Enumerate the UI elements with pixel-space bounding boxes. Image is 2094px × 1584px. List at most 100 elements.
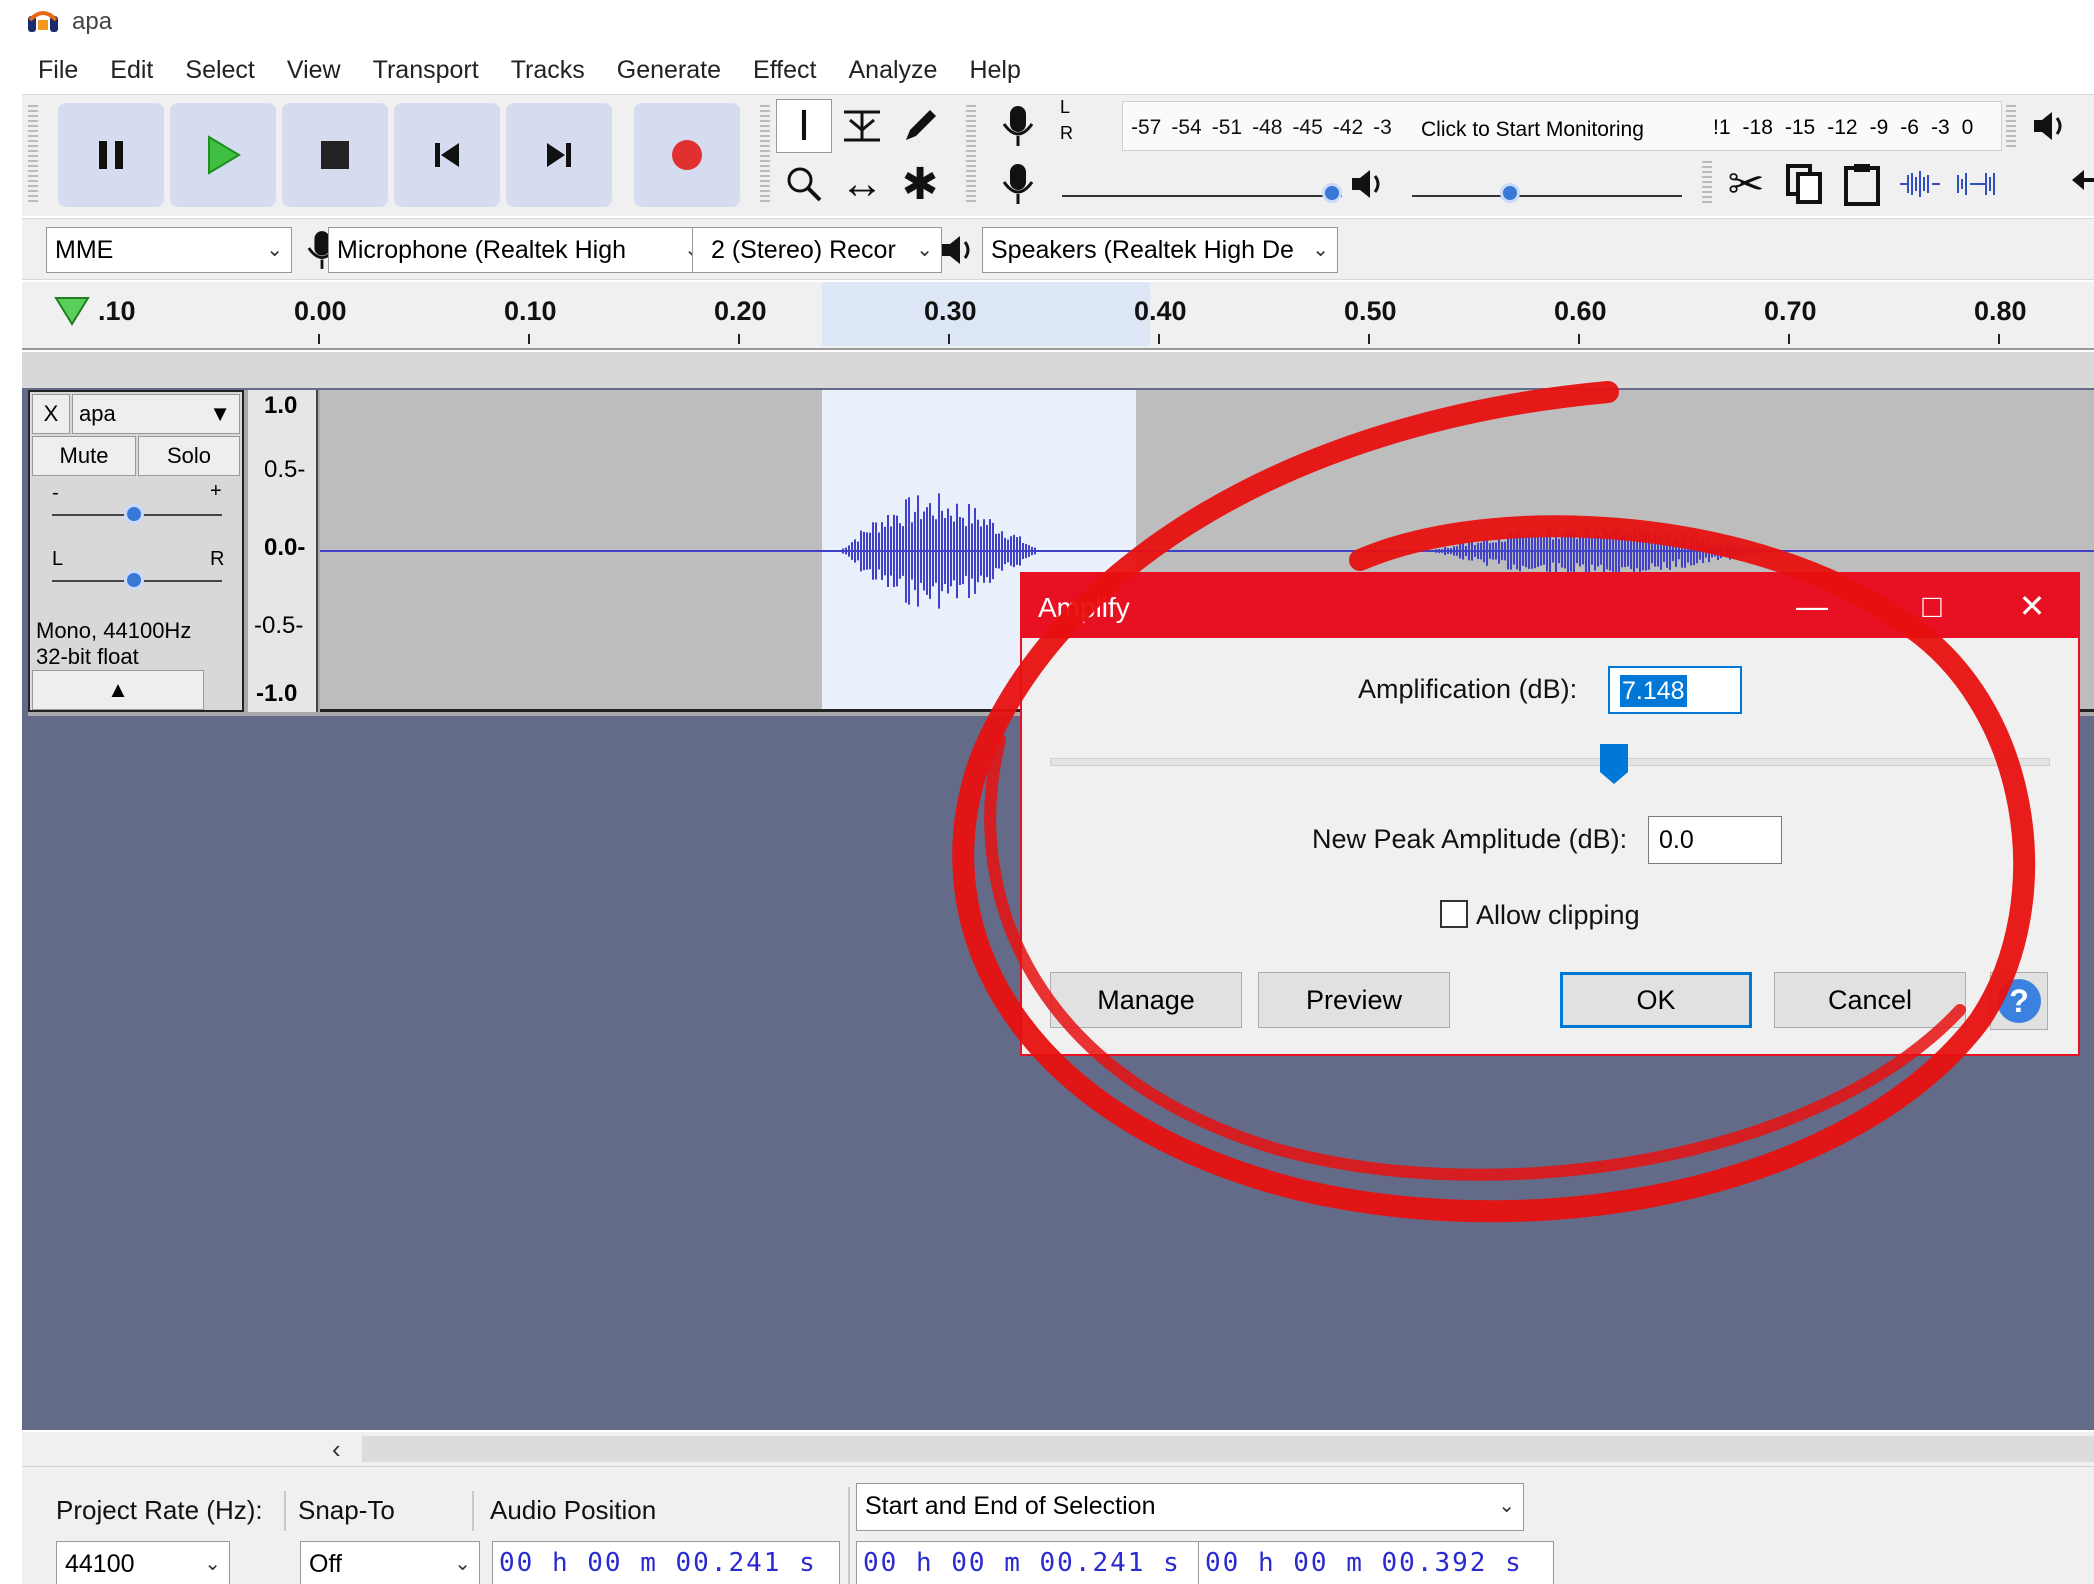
menu-edit[interactable]: Edit [94,52,169,88]
amplification-slider-thumb[interactable] [1600,744,1628,784]
menu-view[interactable]: View [271,52,357,88]
recording-meter[interactable]: -57 -54 -51 -48 -45 -42 -3 Click to Star… [1052,99,2012,153]
record-button[interactable] [634,103,740,207]
menu-generate[interactable]: Generate [601,52,737,88]
audio-position-time[interactable]: 00 h 00 m 00.241 s [492,1541,840,1584]
maximize-icon[interactable]: □ [1902,584,1962,628]
playback-meter-speaker-icon[interactable] [2022,99,2078,153]
new-peak-amplitude-input[interactable]: 0.0 [1648,816,1782,864]
amplitude-label: 1.0 [264,392,298,419]
pan-slider-thumb[interactable] [124,570,144,590]
trim-audio-icon[interactable] [1892,157,1948,211]
skip-to-end-button[interactable] [506,103,612,207]
playback-volume-thumb[interactable] [1500,183,1520,203]
record-meter-mic-icon[interactable] [990,99,1046,153]
menu-tracks[interactable]: Tracks [495,52,601,88]
stop-button[interactable] [282,103,388,207]
draw-tool-icon[interactable] [892,99,948,153]
menu-effect[interactable]: Effect [737,52,832,88]
track-name-menu[interactable]: apa ▼ [72,394,240,434]
pause-button[interactable] [58,103,164,207]
project-rate-select[interactable]: 44100 ⌄ [56,1541,230,1584]
play-head-triangle-icon[interactable] [52,294,92,330]
dialog-title-bar[interactable]: Amplify — □ ✕ [1022,574,2078,638]
silence-audio-icon[interactable] [1950,157,2006,211]
meter-scale[interactable]: -57 -54 -51 -48 -45 -42 -3 Click to Star… [1122,101,2002,151]
menu-help[interactable]: Help [953,52,1036,88]
zoom-tool-icon[interactable] [776,157,832,211]
ruler-selection-region[interactable] [822,282,1150,346]
meter-tick-label: -15 [1784,116,1816,139]
selection-toolbar: Project Rate (Hz): 44100 ⌄ Snap-To Off ⌄… [22,1466,2094,1584]
track-close-button[interactable]: X [32,394,70,434]
scroll-left-arrow-icon[interactable]: ‹ [332,1434,341,1465]
snap-to-select[interactable]: Off ⌄ [300,1541,480,1584]
pan-left-label: L [52,548,64,570]
amplification-input[interactable]: 7.148 [1608,666,1742,714]
track-control-panel[interactable]: X apa ▼ Mute Solo - + L R Mono, 44100Hz … [28,390,244,712]
help-button[interactable]: ? [1990,972,2048,1030]
toolbar-grip[interactable] [28,105,38,205]
audio-host-select[interactable]: MME ⌄ [46,227,292,273]
recording-channels-select[interactable]: 2 (Stereo) Recor ⌄ [692,227,942,273]
cancel-button[interactable]: Cancel [1774,972,1966,1028]
skip-to-start-button[interactable] [394,103,500,207]
multi-tool-icon[interactable]: ✱ [892,157,948,211]
stop-icon [321,141,349,169]
horizontal-scrollbar[interactable]: ‹ [22,1432,2094,1466]
solo-button[interactable]: Solo [138,436,240,476]
selection-start-time[interactable]: 00 h 00 m 00.241 s [856,1541,1212,1584]
timeline-ruler[interactable]: .10 0.00 0.10 0.20 0.30 0.40 0.50 0.60 0… [22,282,2094,350]
time-shift-tool-icon[interactable]: ↔ [834,157,890,211]
collapse-track-button[interactable]: ▲ [32,670,204,710]
meter-tick-label: -42 [1332,116,1364,139]
pan-right-label: R [210,548,225,570]
cut-icon[interactable]: ✂ [1718,157,1774,211]
scrollbar-thumb[interactable] [362,1436,2094,1462]
menu-file[interactable]: File [22,52,94,88]
new-peak-amplitude-value: 0.0 [1659,826,1694,854]
chevron-down-icon: ⌄ [204,1553,221,1575]
meter-tick-label: -48 [1252,116,1283,139]
menu-select[interactable]: Select [169,52,270,88]
meter-scale-labels: -57 -54 -51 -48 -45 -42 -3 [1131,116,1392,140]
preview-button[interactable]: Preview [1258,972,1450,1028]
playback-volume-slider[interactable] [1412,195,1682,197]
menu-analyze[interactable]: Analyze [832,52,953,88]
amplitude-ruler[interactable]: 1.0 0.5- 0.0- -0.5- -1.0 [248,390,318,712]
toolbar-grip[interactable] [966,105,976,205]
help-icon: ? [1997,979,2041,1023]
menu-transport[interactable]: Transport [357,52,495,88]
undo-icon[interactable] [2062,157,2094,211]
selection-mode-select[interactable]: Start and End of Selection ⌄ [856,1483,1524,1531]
allow-clipping-checkbox[interactable] [1440,900,1468,928]
close-icon[interactable]: ✕ [2002,584,2062,628]
click-to-start-monitoring[interactable]: Click to Start Monitoring [1417,118,1648,142]
toolbar-grip[interactable] [760,105,770,205]
copy-icon[interactable] [1776,157,1832,211]
amplification-label: Amplification (dB): [1358,674,1578,704]
recording-device-select[interactable]: Microphone (Realtek High ⌄ [328,227,710,273]
allow-clipping-label: Allow clipping [1476,900,1640,930]
ok-button[interactable]: OK [1560,972,1752,1028]
ruler-tick [1368,334,1370,344]
toolbar-grip[interactable] [1702,161,1712,205]
meter-tick-label: -9 [1869,116,1889,139]
playback-device-select[interactable]: Speakers (Realtek High De ⌄ [982,227,1338,273]
paste-icon[interactable] [1834,157,1890,211]
recording-volume-thumb[interactable] [1322,183,1342,203]
manage-button[interactable]: Manage [1050,972,1242,1028]
selection-tool-icon[interactable]: I [776,99,832,153]
recording-volume-slider[interactable] [1062,195,1342,197]
minimize-icon[interactable]: — [1782,584,1842,628]
selection-end-time[interactable]: 00 h 00 m 00.392 s [1198,1541,1554,1584]
gain-slider-thumb[interactable] [124,504,144,524]
play-button[interactable] [170,103,276,207]
envelope-tool-icon[interactable] [834,99,890,153]
mute-button[interactable]: Mute [32,436,136,476]
amplification-slider[interactable] [1050,758,2050,766]
toolbar-grip[interactable] [2006,105,2016,149]
caret-down-icon: ▼ [209,401,231,426]
selection-mode-value: Start and End of Selection [865,1492,1156,1520]
audio-position-value: 00 h 00 m 00.241 s [499,1548,817,1578]
